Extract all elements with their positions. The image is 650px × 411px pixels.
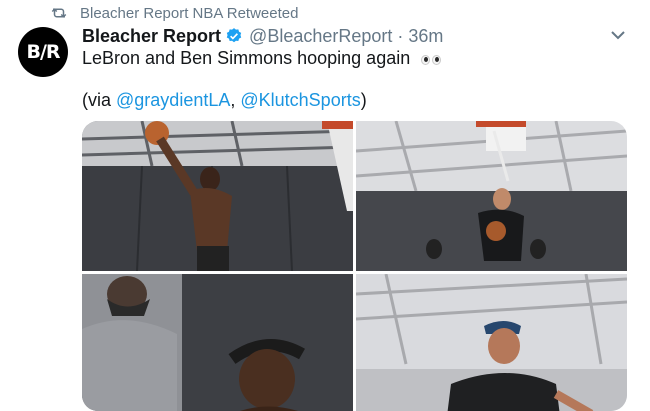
mention-separator: ,	[230, 90, 241, 110]
via-prefix: (via	[82, 90, 117, 110]
user-handle[interactable]: @BleacherReport	[249, 26, 392, 47]
avatar[interactable]: B/R	[18, 27, 68, 77]
retweet-label[interactable]: Bleacher Report NBA Retweeted	[80, 5, 298, 22]
photo-bandana-bottom-left[interactable]	[82, 274, 353, 411]
photo-dunk-left[interactable]	[82, 121, 353, 271]
tweet-text-line1: LeBron and Ben Simmons hooping again	[82, 48, 443, 70]
basketball-player-photo-icon	[356, 121, 627, 271]
chevron-down-icon[interactable]	[608, 27, 628, 43]
mention-klutchsports[interactable]: @KlutchSports	[240, 90, 360, 110]
tweet-header: Bleacher Report @BleacherReport · 36m	[82, 25, 443, 47]
photo-dunk-right[interactable]	[356, 121, 627, 271]
eyes-emoji-icon	[421, 49, 443, 70]
avatar-logo-text: B/R	[26, 41, 60, 63]
display-name[interactable]: Bleacher Report	[82, 26, 221, 47]
verified-badge-icon	[226, 28, 242, 43]
tweet-timestamp[interactable]: 36m	[408, 26, 443, 47]
retweet-icon	[51, 8, 67, 18]
retweet-context: Bleacher Report NBA Retweeted	[50, 3, 298, 23]
header-separator: ·	[397, 25, 404, 46]
tweet-text: LeBron and Ben Simmons hooping again	[82, 48, 411, 68]
media-grid	[82, 121, 627, 411]
basketball-player-photo-icon	[356, 274, 627, 411]
photo-player-bottom-right[interactable]	[356, 274, 627, 411]
tweet-text-line2: (via @graydientLA, @KlutchSports)	[82, 90, 367, 111]
basketball-player-photo-icon	[82, 274, 353, 411]
basketball-player-photo-icon	[82, 121, 353, 271]
via-suffix: )	[360, 90, 367, 110]
mention-graydientla[interactable]: @graydientLA	[116, 90, 230, 110]
